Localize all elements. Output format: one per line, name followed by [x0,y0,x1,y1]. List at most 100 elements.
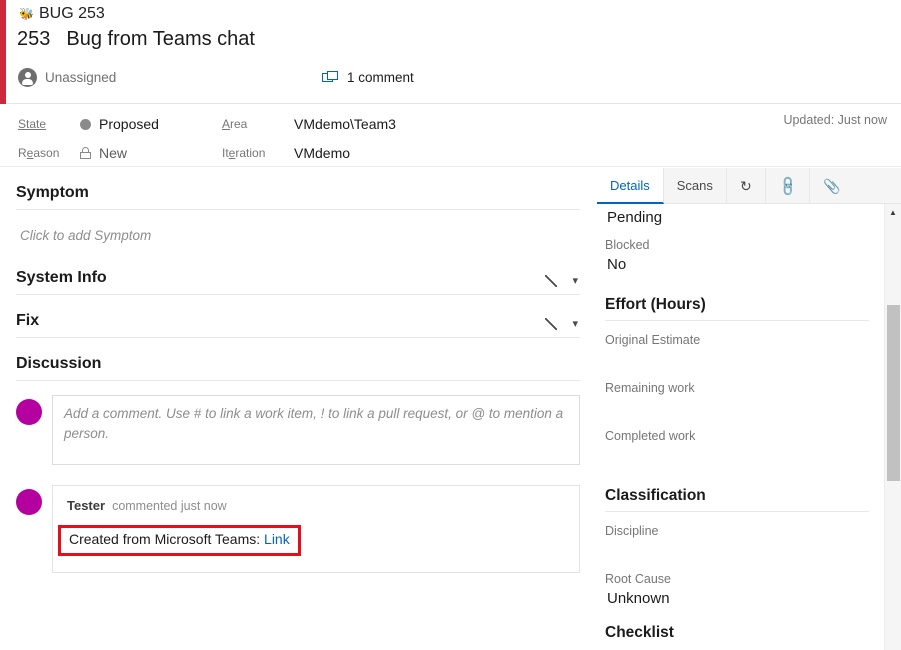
history-icon: ↺ [740,179,752,193]
effort-section-title: Effort (Hours) [605,296,869,321]
state-label: State [18,117,80,131]
comment-author-avatar [16,489,42,515]
system-info-actions: ▾ [544,274,578,288]
right-pane-tabs: Details Scans ↺ 🔗 📎 [597,168,901,204]
original-estimate-label: Original Estimate [605,333,885,347]
iteration-field[interactable]: Iteration VMdemo [222,142,350,164]
state-dot-icon [80,119,91,130]
completed-work-label: Completed work [605,429,885,443]
discussion-section-header: Discussion [16,338,580,381]
work-item-id: 253 [17,28,50,51]
work-item-page: 🐝 BUG 253 253 Bug from Teams chat Unassi… [0,0,901,650]
comment-timestamp: commented just now [112,499,227,513]
reason-value: New [99,145,127,161]
fix-actions: ▾ [544,317,578,331]
tab-attachments[interactable]: 📎 [810,168,853,203]
work-item-fields-strip: State Proposed Reason New Area VMdemo\Te… [0,105,901,167]
chevron-down-icon[interactable]: ▾ [572,276,578,287]
tab-history[interactable]: ↺ [727,168,766,203]
tab-scans-label: Scans [677,178,713,193]
iteration-value: VMdemo [294,145,350,161]
comment-editor: Add a comment. Use # to link a work item… [16,395,580,465]
original-estimate-value [605,347,885,369]
state-field[interactable]: State Proposed [18,113,159,135]
annotation-highlight-box: Created from Microsoft Teams: Link [58,525,301,556]
tab-scans[interactable]: Scans [664,168,727,203]
comment-meta: Tester commented just now [67,498,565,513]
scrollbar-thumb[interactable] [887,305,900,481]
work-item-right-pane: Details Scans ↺ 🔗 📎 Pending Blocked No E… [597,168,901,650]
comment-input[interactable]: Add a comment. Use # to link a work item… [52,395,580,465]
original-estimate-field[interactable]: Original Estimate [605,321,885,369]
discipline-label: Discipline [605,524,885,538]
work-item-header: 🐝 BUG 253 253 Bug from Teams chat Unassi… [0,0,901,104]
discussion-title: Discussion [16,355,101,373]
work-item-type-label: BUG 253 [39,5,105,23]
blocked-label: Blocked [605,238,885,252]
scroll-up-arrow-icon[interactable]: ▲ [885,204,901,221]
reason-label: Reason [18,146,80,160]
comment-input-placeholder: Add a comment. Use # to link a work item… [64,406,563,441]
lock-icon [80,147,91,159]
comment-author: Tester [67,498,105,513]
area-value: VMdemo\Team3 [294,116,396,132]
work-item-left-pane: Symptom Click to add Symptom System Info… [0,168,596,650]
expand-icon[interactable] [544,274,558,288]
assignee-field[interactable]: Unassigned [18,68,116,87]
teams-link[interactable]: Link [264,531,290,547]
state-value-wrap: Proposed [80,116,159,132]
work-item-type-line: 🐝 BUG 253 [19,5,105,23]
comment-bubble-icon [322,71,338,85]
area-label: Area [222,117,294,131]
remaining-work-field[interactable]: Remaining work [605,369,885,417]
root-cause-value: Unknown [605,586,885,608]
remaining-work-value [605,395,885,417]
tab-details[interactable]: Details [597,168,664,204]
blocked-field[interactable]: Blocked No [605,226,885,274]
state-value: Proposed [99,116,159,132]
tab-details-label: Details [610,178,650,193]
assignee-avatar-icon [18,68,37,87]
comment-list-item: Tester commented just now Created from M… [16,485,580,573]
attachment-icon: 📎 [823,179,840,193]
comment-card[interactable]: Tester commented just now Created from M… [52,485,580,573]
assignee-name: Unassigned [45,70,116,85]
system-info-title: System Info [16,269,107,287]
remaining-work-label: Remaining work [605,381,885,395]
work-item-title[interactable]: Bug from Teams chat [66,28,255,51]
work-item-subheader: Unassigned 1 comment Add tag Save [0,64,901,104]
completed-work-field[interactable]: Completed work [605,417,885,465]
classification-section-title: Classification [605,487,869,512]
bug-icon: 🐝 [19,8,32,21]
comment-count-button[interactable]: 1 comment [322,70,414,85]
comment-body-text: Created from Microsoft Teams: [69,531,264,547]
expand-icon[interactable] [544,317,558,331]
right-pane-content: Pending Blocked No Effort (Hours) Origin… [597,204,885,650]
iteration-label: Iteration [222,146,294,160]
comment-count-label: 1 comment [347,70,414,85]
symptom-input[interactable]: Click to add Symptom [20,228,580,243]
link-icon: 🔗 [776,174,798,196]
tab-links[interactable]: 🔗 [766,168,810,203]
fix-title: Fix [16,312,39,330]
chevron-down-icon[interactable]: ▾ [572,319,578,330]
updated-timestamp: Updated: Just now [783,113,887,127]
area-field[interactable]: Area VMdemo\Team3 [222,113,396,135]
system-info-section-header[interactable]: System Info ▾ [16,243,580,295]
symptom-title: Symptom [16,184,89,202]
checklist-section-title: Checklist [605,624,869,642]
root-cause-field[interactable]: Root Cause Unknown [605,560,885,608]
work-item-title-row: 253 Bug from Teams chat [17,28,255,51]
right-pane-scrollbar[interactable]: ▲ [884,204,901,650]
pending-value[interactable]: Pending [605,204,885,226]
discipline-field[interactable]: Discipline [605,512,885,560]
symptom-section-header: Symptom [16,168,580,210]
discipline-value [605,538,885,560]
completed-work-value [605,443,885,465]
reason-field[interactable]: Reason New [18,142,127,164]
reason-value-wrap: New [80,145,127,161]
root-cause-label: Root Cause [605,572,885,586]
current-user-avatar [16,399,42,425]
fix-section-header[interactable]: Fix ▾ [16,295,580,338]
blocked-value: No [605,252,885,274]
